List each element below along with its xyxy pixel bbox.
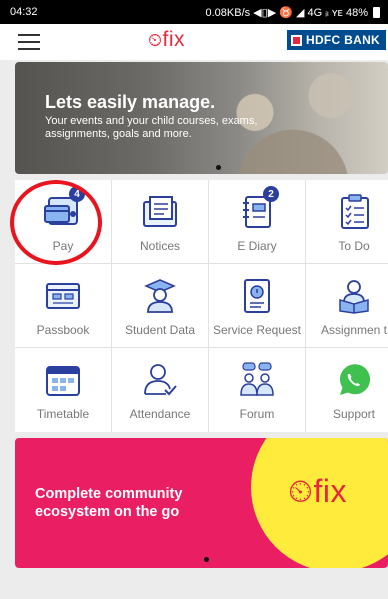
diary-icon: 2 (235, 186, 279, 232)
status-bar: 04:32 0.08KB/s ◀▯▶ ♉ ◢ 4G ᵢₗ ʏᴇ 48% (0, 0, 388, 24)
promo-text: Complete community ecosystem on the go (35, 486, 183, 520)
tile-passbook[interactable]: Passbook (15, 264, 112, 348)
tile-to-do[interactable]: To Do (306, 180, 388, 264)
carousel-indicator (216, 165, 221, 170)
tile-label: To Do (338, 239, 370, 253)
menu-icon[interactable] (18, 34, 40, 50)
tile-support[interactable]: Support (306, 348, 388, 432)
calendar-icon (41, 360, 85, 400)
logo-mark-icon: ⏲ (288, 473, 314, 509)
promo-logo-text: fix (313, 473, 347, 509)
app-logo: ⏲fix (148, 28, 185, 52)
tile-label: Passbook (36, 323, 90, 337)
tile-assignment[interactable]: Assignmen t (306, 264, 388, 348)
e-diary-badge: 2 (263, 186, 279, 202)
promo-logo: ⏲fix (288, 473, 347, 511)
tile-label: Support (332, 407, 376, 421)
bank-label: HDFC BANK (306, 33, 381, 47)
tile-label: Timetable (36, 407, 90, 421)
attendance-icon (138, 360, 182, 400)
tile-label: E Diary (237, 239, 277, 253)
tile-service-request[interactable]: Service Request (209, 264, 306, 348)
service-request-icon (235, 276, 279, 316)
passbook-icon (41, 276, 85, 316)
tile-label: Forum (239, 407, 275, 421)
forum-group-icon (235, 360, 279, 400)
banner-subtitle: Your events and your child courses, exam… (45, 115, 258, 140)
tile-e-diary[interactable]: 2 E Diary (209, 180, 306, 264)
banner-title: Lets easily manage. (45, 92, 216, 112)
status-indicator-text: 0.08KB/s ◀▯▶ ♉ ◢ 4G ᵢₗ ʏᴇ 48% (205, 6, 368, 19)
tile-notices[interactable]: Notices (112, 180, 209, 264)
logo-text: fix (162, 28, 186, 51)
status-indicators: 0.08KB/s ◀▯▶ ♉ ◢ 4G ᵢₗ ʏᴇ 48% (205, 6, 380, 19)
checklist-icon (332, 192, 376, 232)
tile-label: Assignmen t (320, 323, 388, 337)
hdfc-logo-icon (291, 34, 302, 46)
tile-timetable[interactable]: Timetable (15, 348, 112, 432)
status-time: 04:32 (10, 6, 38, 18)
tile-student-data[interactable]: Student Data (112, 264, 209, 348)
bank-badge[interactable]: HDFC BANK (287, 30, 387, 50)
tile-forum[interactable]: Forum (209, 348, 306, 432)
logo-mark-icon: ⏲ (148, 30, 163, 50)
tile-label: Student Data (124, 323, 196, 337)
battery-icon (373, 6, 380, 18)
hero-banner[interactable]: Lets easily manage. Your events and your… (15, 62, 388, 174)
student-icon (138, 276, 182, 316)
whatsapp-icon (332, 360, 376, 400)
app-bar: ⏲fix HDFC BANK (0, 24, 388, 60)
tile-label: Notices (139, 239, 180, 253)
highlight-circle-annotation (10, 180, 102, 265)
tile-label: Service Request (212, 323, 302, 337)
carousel-indicator (204, 557, 209, 562)
tile-attendance[interactable]: Attendance (112, 348, 209, 432)
notice-board-icon (138, 192, 182, 232)
promo-banner[interactable]: ⏲fix Complete community ecosystem on the… (15, 438, 388, 568)
tile-label: Attendance (129, 407, 191, 421)
assignment-reader-icon (332, 276, 376, 316)
